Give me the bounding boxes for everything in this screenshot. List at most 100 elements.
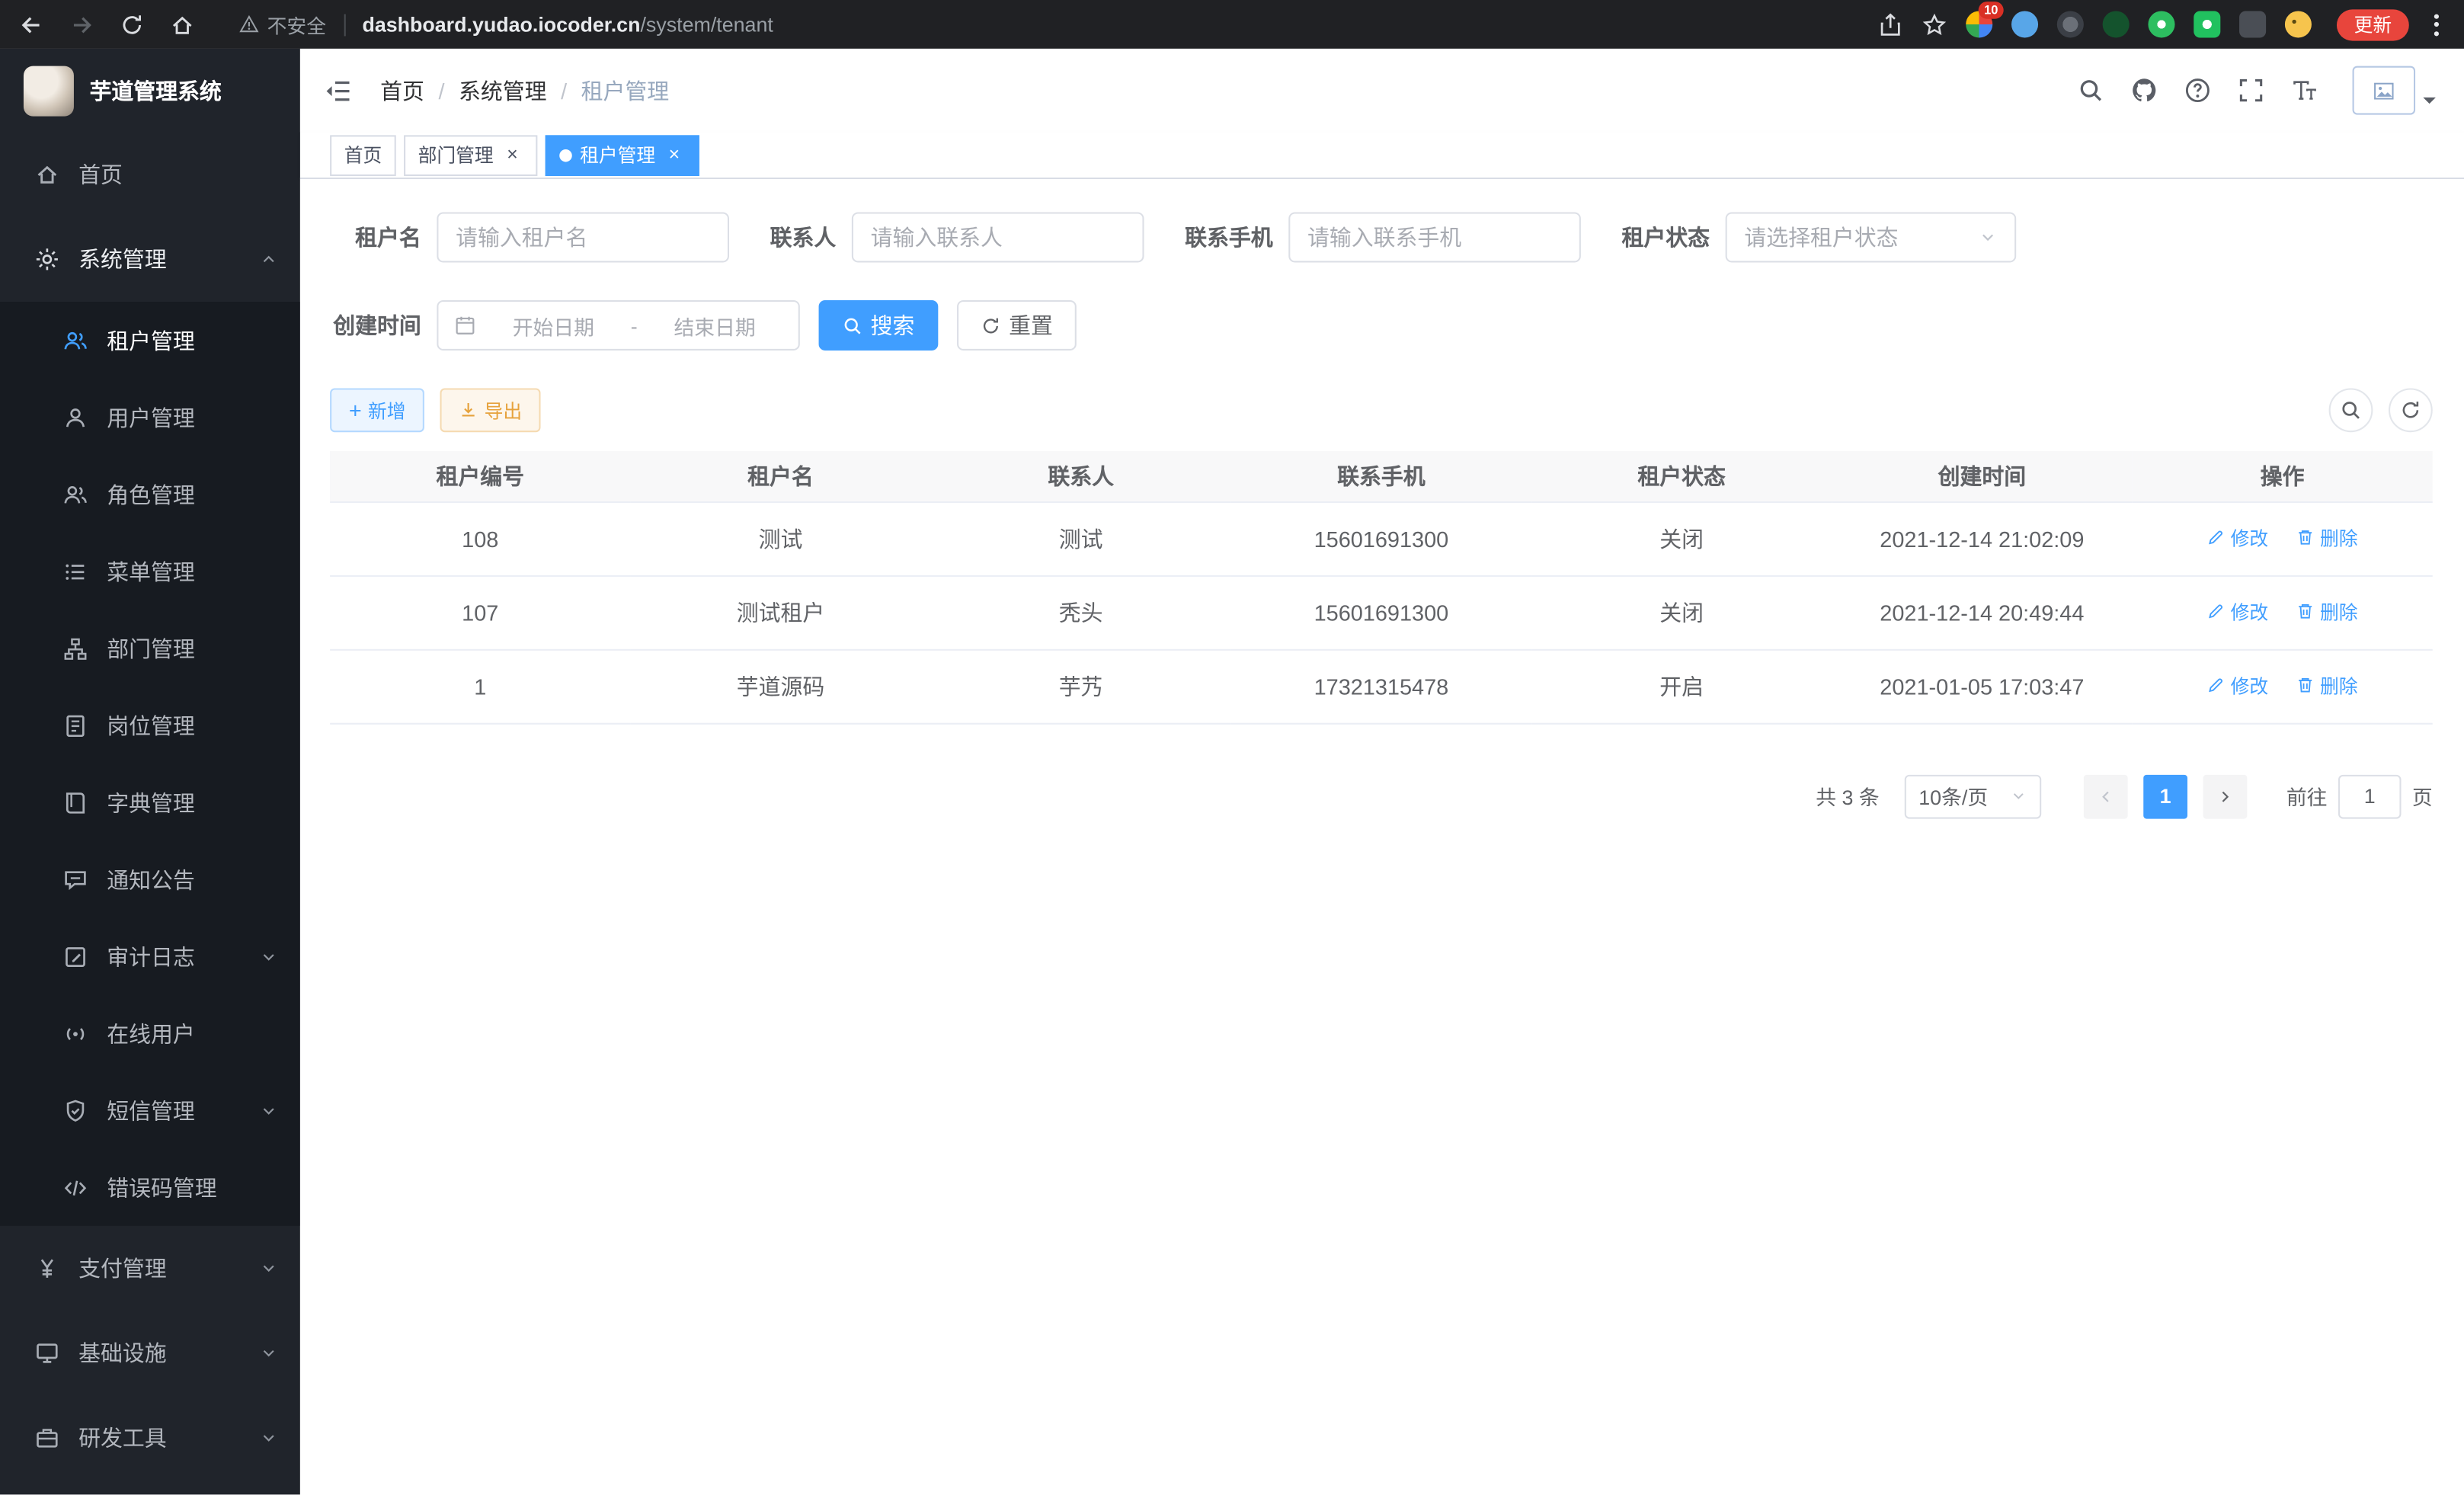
extension-icon[interactable]: 10 (1966, 11, 1992, 37)
filter-status: 租户状态 请选择租户状态 (1622, 212, 2017, 262)
edit-icon (2207, 676, 2226, 695)
breadcrumb-separator: / (561, 78, 567, 103)
cell-tenant-name: 测试租户 (630, 575, 930, 649)
page-number-button[interactable]: 1 (2143, 774, 2187, 818)
page-size-select[interactable]: 10条/页 (1905, 774, 2041, 818)
status-select[interactable]: 请选择租户状态 (1726, 212, 2017, 262)
sidebar-item-online-user[interactable]: 在线用户 (0, 995, 300, 1072)
site-security-indicator[interactable]: 不安全 (239, 9, 327, 39)
github-icon[interactable] (2131, 77, 2158, 104)
logo[interactable]: 芋道管理系统 (0, 49, 300, 132)
contact-input[interactable] (852, 212, 1144, 262)
breadcrumb-current: 租户管理 (581, 75, 670, 106)
refresh-icon (2399, 399, 2421, 421)
sidebar-item-user[interactable]: 用户管理 (0, 379, 300, 456)
sidebar-item-dict[interactable]: 字典管理 (0, 764, 300, 840)
sidebar-item-role[interactable]: 角色管理 (0, 456, 300, 533)
extension-icon[interactable] (2148, 11, 2174, 37)
button-label: 导出 (485, 397, 523, 424)
button-label: 重置 (1009, 309, 1053, 341)
browser-reload-icon[interactable] (120, 11, 145, 37)
edit-link[interactable]: 修改 (2207, 672, 2268, 699)
sidebar-item-error-code[interactable]: 错误码管理 (0, 1149, 300, 1226)
sidebar-item-infra[interactable]: 基础设施 (0, 1311, 300, 1395)
search-button[interactable]: 搜索 (819, 300, 939, 351)
add-button[interactable]: + 新增 (330, 388, 424, 432)
cell-phone: 17321315478 (1231, 649, 1531, 723)
fullscreen-icon[interactable] (2238, 77, 2264, 104)
sidebar-item-post[interactable]: 岗位管理 (0, 687, 300, 764)
edit-link[interactable]: 修改 (2207, 598, 2268, 625)
next-page-button[interactable] (2203, 774, 2248, 818)
browser-chrome: 不安全 dashboard.yudao.iocoder.cn/system/te… (0, 0, 2464, 49)
sidebar-item-menu[interactable]: 菜单管理 (0, 533, 300, 610)
menu-list-icon (63, 559, 88, 584)
breadcrumb-system[interactable]: 系统管理 (459, 75, 547, 106)
date-range-picker[interactable]: 开始日期 - 结束日期 (437, 300, 799, 351)
extension-icon[interactable] (2194, 11, 2220, 37)
top-navbar: 首页 / 系统管理 / 租户管理 (300, 49, 2464, 132)
share-icon[interactable] (1878, 11, 1903, 37)
column-header: 租户名 (630, 451, 930, 501)
chevron-down-icon (259, 1429, 278, 1448)
tab-tenant[interactable]: 租户管理 × (546, 134, 699, 175)
sidebar-item-tenant[interactable]: 租户管理 (0, 302, 300, 379)
tab-home[interactable]: 首页 (330, 134, 396, 175)
tenant-name-input[interactable] (437, 212, 729, 262)
chevron-down-icon (259, 1343, 278, 1362)
sidebar-item-audit-log[interactable]: 审计日志 (0, 918, 300, 995)
calendar-icon (454, 315, 476, 337)
browser-home-icon[interactable] (170, 11, 195, 37)
sidebar-item-home[interactable]: 首页 (0, 132, 300, 216)
tab-dept[interactable]: 部门管理 × (404, 134, 537, 175)
browser-forward-icon[interactable] (69, 11, 94, 37)
chrome-update-button[interactable]: 更新 (2337, 8, 2409, 40)
topbar-actions (2078, 66, 2436, 115)
column-header: 操作 (2132, 451, 2432, 501)
close-icon[interactable]: × (663, 144, 685, 166)
delete-link[interactable]: 删除 (2296, 672, 2357, 699)
extension-icon[interactable] (2057, 11, 2084, 37)
reset-button[interactable]: 重置 (957, 300, 1077, 351)
export-button[interactable]: 导出 (440, 388, 541, 432)
extension-icon[interactable] (2011, 11, 2038, 37)
edit-link[interactable]: 修改 (2207, 524, 2268, 551)
profile-avatar-icon[interactable] (2285, 11, 2312, 37)
sidebar-item-label: 菜单管理 (107, 555, 195, 587)
user-avatar-dropdown[interactable] (2353, 66, 2436, 115)
search-icon[interactable] (2078, 77, 2104, 104)
address-bar[interactable]: dashboard.yudao.iocoder.cn/system/tenant (362, 13, 773, 37)
main-area: 首页 / 系统管理 / 租户管理 (300, 49, 2464, 1495)
help-icon[interactable] (2184, 77, 2211, 104)
phone-input[interactable] (1288, 212, 1581, 262)
sidebar-item-notice[interactable]: 通知公告 (0, 840, 300, 917)
refresh-table-button[interactable] (2389, 388, 2433, 432)
extension-icon[interactable] (2103, 11, 2130, 37)
toggle-search-button[interactable] (2329, 388, 2373, 432)
browser-back-icon[interactable] (19, 11, 44, 37)
sidebar-item-devtools[interactable]: 研发工具 (0, 1396, 300, 1481)
close-icon[interactable]: × (501, 144, 523, 166)
sidebar-item-system[interactable]: 系统管理 (0, 217, 300, 302)
cell-tenant-id: 1 (330, 649, 630, 723)
audit-icon (63, 944, 88, 969)
goto-page-input[interactable] (2338, 774, 2402, 818)
sidebar-item-sms[interactable]: 短信管理 (0, 1072, 300, 1149)
button-label: 搜索 (871, 309, 915, 341)
prev-page-button[interactable] (2084, 774, 2128, 818)
sidebar-item-dept[interactable]: 部门管理 (0, 610, 300, 687)
logo-avatar (24, 66, 74, 116)
font-size-icon[interactable] (2291, 77, 2318, 104)
extensions-puzzle-icon[interactable] (2239, 11, 2266, 37)
trash-icon (2296, 676, 2315, 695)
bookmark-star-icon[interactable] (1922, 11, 1947, 37)
infra-icon (34, 1340, 59, 1365)
breadcrumb-home[interactable]: 首页 (380, 75, 424, 106)
sidebar-item-pay[interactable]: 支付管理 (0, 1226, 300, 1311)
delete-link[interactable]: 删除 (2296, 524, 2357, 551)
table-toolbar: + 新增 导出 (330, 388, 2433, 432)
sidebar-collapse-icon[interactable] (324, 76, 352, 104)
browser-menu-icon[interactable] (2428, 10, 2446, 38)
browser-actions: 10 更新 (1878, 8, 2446, 40)
delete-link[interactable]: 删除 (2296, 598, 2357, 625)
